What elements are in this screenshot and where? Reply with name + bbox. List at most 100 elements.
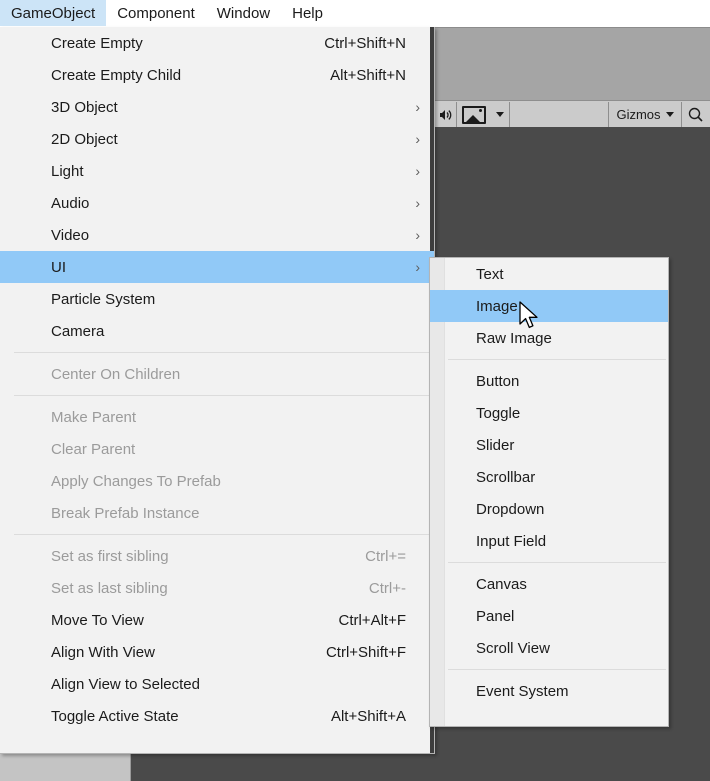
menu-item-label: Clear Parent bbox=[51, 440, 136, 458]
menu-item-toggle[interactable]: Toggle bbox=[430, 397, 668, 429]
menu-item-scroll-view[interactable]: Scroll View bbox=[430, 632, 668, 664]
menu-item-make-parent: Make Parent bbox=[0, 401, 434, 433]
menu-separator bbox=[448, 562, 666, 563]
menu-item-shortcut: Ctrl+Shift+N bbox=[324, 34, 406, 52]
menu-item-set-as-last-sibling: Set as last sibling Ctrl+- bbox=[0, 572, 434, 604]
ui-submenu: Text Image Raw Image Button Toggle Slider Scro… bbox=[429, 257, 669, 727]
menu-separator bbox=[14, 352, 434, 353]
project-panel-tab-area bbox=[0, 753, 131, 781]
menu-item-scrollbar[interactable]: Scrollbar bbox=[430, 461, 668, 493]
menu-item-label: Audio bbox=[51, 194, 90, 212]
menu-item-label: Light bbox=[51, 162, 84, 180]
menu-item-slider[interactable]: Slider bbox=[430, 429, 668, 461]
gizmos-dropdown[interactable]: Gizmos bbox=[609, 102, 681, 128]
menu-item-button[interactable]: Button bbox=[430, 365, 668, 397]
picture-icon[interactable] bbox=[457, 102, 491, 128]
menu-item-clear-parent: Clear Parent bbox=[0, 433, 434, 465]
menu-item-dropdown[interactable]: Dropdown bbox=[430, 493, 668, 525]
menu-item-create-empty[interactable]: Create Empty Ctrl+Shift+N bbox=[0, 27, 434, 59]
gizmos-label: Gizmos bbox=[616, 107, 661, 122]
menu-item-move-to-view[interactable]: Move To View Ctrl+Alt+F bbox=[0, 604, 434, 636]
menu-item-label: Align With View bbox=[51, 643, 155, 661]
menu-item-raw-image[interactable]: Raw Image bbox=[430, 322, 668, 354]
menu-item-label: Camera bbox=[51, 322, 105, 340]
menu-item-panel[interactable]: Panel bbox=[430, 600, 668, 632]
gameobject-menu: Create Empty Ctrl+Shift+N Create Empty Chi… bbox=[0, 27, 435, 754]
menu-item-label: Toggle bbox=[476, 404, 521, 422]
menu-item-set-as-first-sibling: Set as first sibling Ctrl+= bbox=[0, 540, 434, 572]
menu-item-label: Text bbox=[476, 265, 504, 283]
menu-item-create-empty-child[interactable]: Create Empty Child Alt+Shift+N bbox=[0, 59, 434, 91]
menu-item-label: Dropdown bbox=[476, 500, 545, 518]
menu-item-3d-object[interactable]: 3D Object › bbox=[0, 91, 434, 123]
search-icon[interactable] bbox=[682, 102, 708, 128]
menu-item-label: 2D Object bbox=[51, 130, 118, 148]
menubar-item-gameobject[interactable]: GameObject bbox=[0, 0, 107, 26]
menu-item-label: Center On Children bbox=[51, 365, 181, 383]
menu-separator bbox=[448, 359, 666, 360]
menu-item-label: Button bbox=[476, 372, 520, 390]
menu-item-label: Image bbox=[476, 297, 518, 315]
menu-item-center-on-children: Center On Children bbox=[0, 358, 434, 390]
menu-item-align-view-to-selected[interactable]: Align View to Selected bbox=[0, 668, 434, 700]
menu-item-align-with-view[interactable]: Align With View Ctrl+Shift+F bbox=[0, 636, 434, 668]
menu-item-particle-system[interactable]: Particle System bbox=[0, 283, 434, 315]
menu-item-shortcut: Alt+Shift+A bbox=[330, 707, 406, 725]
menu-item-label: Create Empty Child bbox=[51, 66, 182, 84]
scene-view-header-area bbox=[434, 27, 710, 101]
menu-separator bbox=[14, 395, 434, 396]
menu-item-label: Panel bbox=[476, 607, 515, 625]
menu-item-2d-object[interactable]: 2D Object › bbox=[0, 123, 434, 155]
menu-item-shortcut: Ctrl+- bbox=[368, 579, 406, 597]
menu-item-event-system[interactable]: Event System bbox=[430, 675, 668, 707]
menubar-item-component[interactable]: Component bbox=[106, 0, 206, 26]
scene-view-toolbar: Gizmos bbox=[434, 100, 710, 129]
audio-speaker-icon[interactable] bbox=[434, 102, 456, 128]
chevron-right-icon: › bbox=[415, 163, 420, 179]
menubar: GameObject Component Window Help bbox=[0, 0, 334, 26]
menu-item-label: Video bbox=[51, 226, 90, 244]
menu-item-label: Set as first sibling bbox=[51, 547, 169, 565]
menu-item-label: Break Prefab Instance bbox=[51, 504, 200, 522]
menu-item-label: Event System bbox=[476, 682, 569, 700]
menu-item-label: Input Field bbox=[476, 532, 547, 550]
menu-item-toggle-active-state[interactable]: Toggle Active State Alt+Shift+A bbox=[0, 700, 434, 732]
menu-item-image[interactable]: Image bbox=[430, 290, 668, 322]
caret-down-icon[interactable] bbox=[491, 102, 509, 128]
menu-item-label: 3D Object bbox=[51, 98, 118, 116]
chevron-right-icon: › bbox=[415, 259, 420, 275]
menu-item-light[interactable]: Light › bbox=[0, 155, 434, 187]
menu-item-ui[interactable]: UI › bbox=[0, 251, 434, 283]
menu-separator bbox=[14, 534, 434, 535]
chevron-right-icon: › bbox=[415, 99, 420, 115]
menu-item-shortcut: Ctrl+Shift+F bbox=[325, 643, 406, 661]
menu-item-shortcut: Ctrl+= bbox=[365, 547, 406, 565]
menu-item-label: Make Parent bbox=[51, 408, 137, 426]
menu-item-break-prefab-instance: Break Prefab Instance bbox=[0, 497, 434, 529]
menu-item-text[interactable]: Text bbox=[430, 258, 668, 290]
menu-item-label: Apply Changes To Prefab bbox=[51, 472, 221, 490]
chevron-right-icon: › bbox=[415, 131, 420, 147]
chevron-right-icon: › bbox=[415, 195, 420, 211]
menu-item-video[interactable]: Video › bbox=[0, 219, 434, 251]
menu-item-label: Create Empty bbox=[51, 34, 143, 52]
menu-item-apply-changes-to-prefab: Apply Changes To Prefab bbox=[0, 465, 434, 497]
menu-item-shortcut: Ctrl+Alt+F bbox=[338, 611, 406, 629]
menu-item-label: Canvas bbox=[476, 575, 527, 593]
menu-item-camera[interactable]: Camera bbox=[0, 315, 434, 347]
menu-item-label: Toggle Active State bbox=[51, 707, 179, 725]
menu-item-label: Scrollbar bbox=[476, 468, 536, 486]
menu-item-label: Particle System bbox=[51, 290, 156, 308]
chevron-right-icon: › bbox=[415, 227, 420, 243]
menubar-item-window[interactable]: Window bbox=[206, 0, 281, 26]
menu-separator bbox=[448, 669, 666, 670]
menu-item-label: Scroll View bbox=[476, 639, 550, 657]
caret-down-icon bbox=[665, 112, 674, 117]
menu-item-label: Set as last sibling bbox=[51, 579, 168, 597]
menu-item-input-field[interactable]: Input Field bbox=[430, 525, 668, 557]
menu-item-canvas[interactable]: Canvas bbox=[430, 568, 668, 600]
menu-item-audio[interactable]: Audio › bbox=[0, 187, 434, 219]
menu-item-shortcut: Alt+Shift+N bbox=[330, 66, 406, 84]
menubar-item-help[interactable]: Help bbox=[281, 0, 334, 26]
